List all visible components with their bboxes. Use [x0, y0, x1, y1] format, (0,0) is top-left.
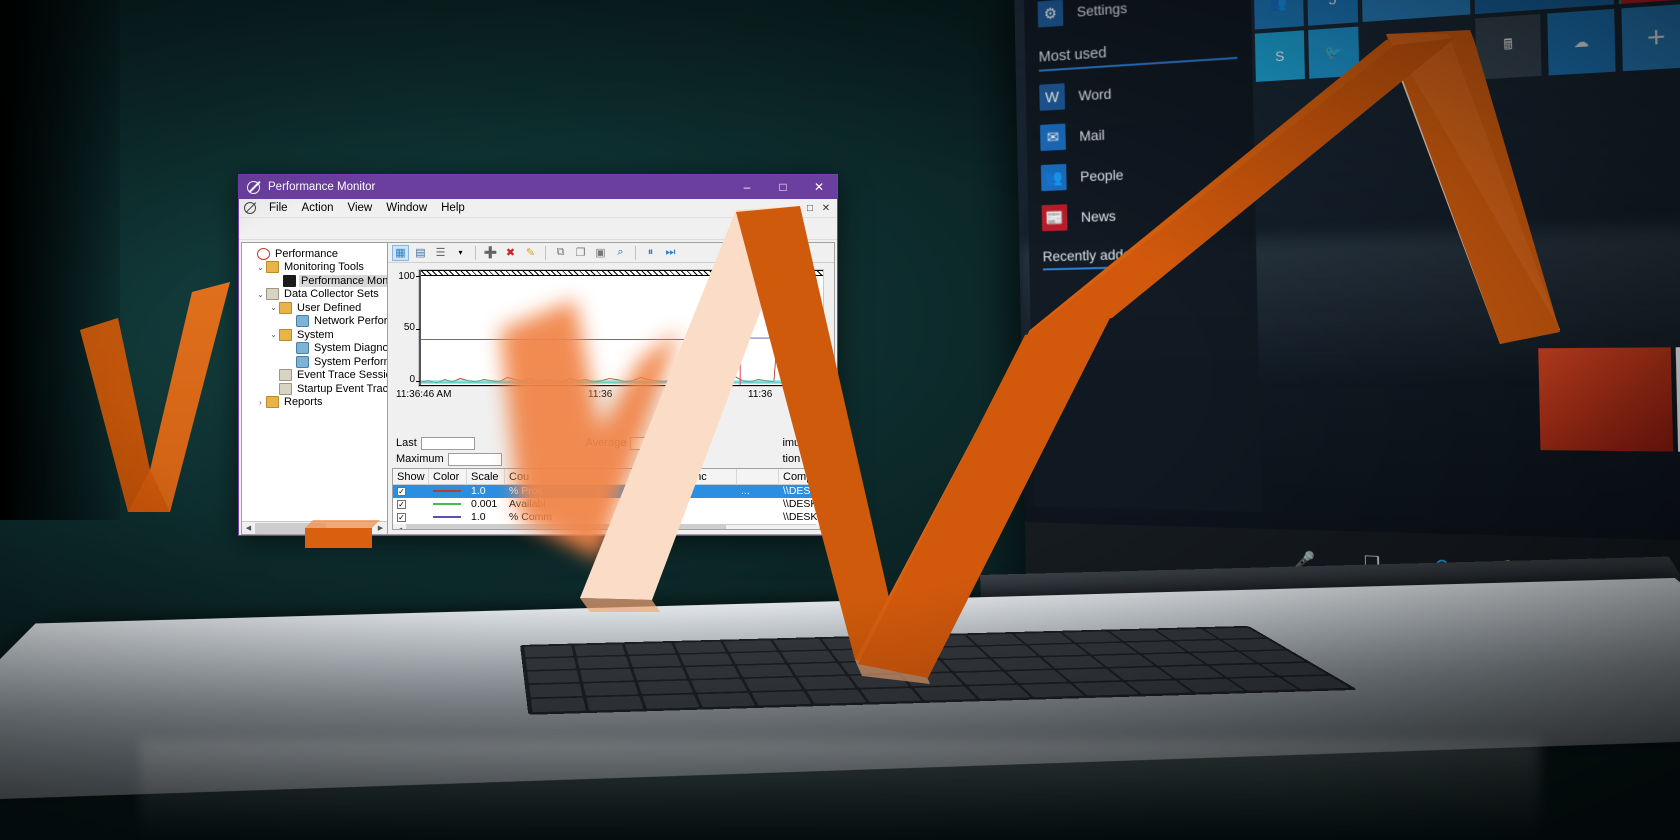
scene-root: 🗎 Documents ⚙ Settings Most used W Word …: [0, 0, 1680, 840]
scene-vignette: [0, 0, 1680, 840]
